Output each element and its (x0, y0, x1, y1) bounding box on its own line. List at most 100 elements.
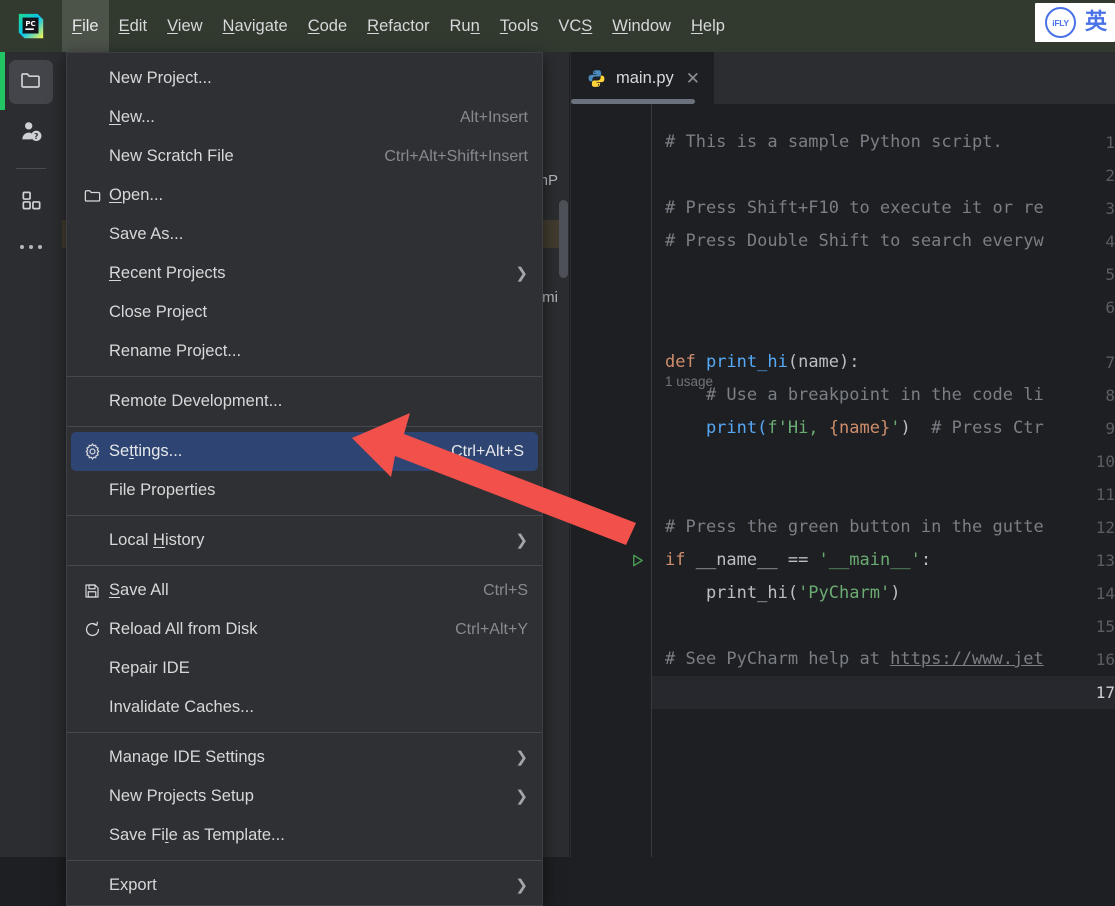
menu-item-close-project[interactable]: Close Project (67, 293, 542, 332)
panel-divider (569, 52, 570, 857)
file-menu-dropdown[interactable]: New Project... New... Alt+Insert New Scratc… (66, 52, 543, 906)
line-number: 16 (1095, 650, 1115, 669)
code-token: # Press the green button in the gutte (665, 517, 1044, 537)
pycharm-logo-icon: PC (16, 11, 46, 41)
code-line[interactable]: if __name__ == '__main__': (665, 544, 931, 577)
code-line[interactable]: print_hi('PyCharm') (665, 577, 901, 610)
code-line[interactable]: # This is a sample Python script. (665, 126, 1003, 159)
menu-item-save-as[interactable]: Save As... (67, 215, 542, 254)
menu-item-repair-ide[interactable]: Repair IDE (67, 649, 542, 688)
code-line[interactable]: # Use a breakpoint in the code li (665, 379, 1044, 412)
menu-item-label: New Scratch File (109, 147, 234, 165)
menubar-item-run[interactable]: Run (440, 0, 490, 52)
menu-item-icon-slot (83, 303, 109, 323)
tab-main-py[interactable]: main.py ✕ (571, 52, 715, 104)
menu-item-new-project[interactable]: New Project... (67, 59, 542, 98)
menu-item-invalidate-caches[interactable]: Invalidate Caches... (67, 688, 542, 727)
code-line[interactable]: # See PyCharm help at https://www.jet (665, 643, 1044, 676)
menu-item-file-properties[interactable]: File Properties ❯ (67, 471, 542, 510)
svg-text:?: ? (34, 132, 38, 141)
menubar-item-refactor[interactable]: Refactor (357, 0, 439, 52)
sidebar-item-more[interactable] (9, 231, 53, 263)
sidebar-item-project[interactable] (9, 60, 53, 104)
refresh-icon (83, 620, 109, 640)
menu-item-label: Save As... (109, 225, 184, 243)
menu-item-new-scratch-file[interactable]: New Scratch File Ctrl+Alt+Shift+Insert (67, 137, 542, 176)
menu-item-label: Manage IDE Settings (109, 748, 265, 766)
line-number: 17 (1095, 683, 1115, 702)
menubar-item-file[interactable]: File (62, 0, 109, 52)
chevron-right-icon: ❯ (515, 788, 528, 805)
menu-item-icon-slot (83, 264, 109, 284)
sidebar-item-learn[interactable]: ? (9, 112, 53, 156)
menu-item-shortcut: Ctrl+Alt+Shift+Insert (384, 147, 528, 165)
ime-indicator[interactable]: iFLY 英 (1034, 3, 1115, 42)
menu-item-remote-development[interactable]: Remote Development... (67, 382, 542, 421)
menu-item-label: New Project... (109, 69, 212, 87)
menu-separator (67, 565, 542, 566)
menu-item-open[interactable]: Open... (67, 176, 542, 215)
menubar-item-help[interactable]: Help (681, 0, 735, 52)
ifly-logo-icon: iFLY (1044, 7, 1076, 38)
more-dots-icon (38, 245, 42, 249)
menu-separator (67, 515, 542, 516)
code-line[interactable]: def print_hi(name): (665, 346, 860, 379)
code-token: : (920, 550, 932, 570)
code-token: # Press Shift+F10 to execute it or re (665, 198, 1044, 218)
menu-item-icon-slot (83, 481, 109, 501)
editor-tab-bar: main.py ✕ (571, 52, 1115, 104)
menu-item-save-file-as-template[interactable]: Save File as Template... (67, 816, 542, 855)
code-token: __name__ == (695, 550, 819, 570)
menubar-item-window[interactable]: Window (602, 0, 681, 52)
menu-items-container: File Edit View Navigate Code Refactor Run Tools… (62, 0, 735, 52)
menubar-item-view[interactable]: View (157, 0, 212, 52)
sidebar-item-structure[interactable] (9, 181, 53, 225)
structure-blocks-icon (20, 189, 43, 217)
editor-area: main.py ✕ 1 usage 1 2 3 4 5 6 7 8 9 10 11 12 13 14 15 1… (571, 52, 1115, 857)
menu-item-manage-ide-settings[interactable]: Manage IDE Settings ❯ (67, 738, 542, 777)
code-token: {name} (828, 418, 891, 438)
menubar-item-edit[interactable]: Edit (109, 0, 157, 52)
code-editor[interactable]: 1 usage 1 2 3 4 5 6 7 8 9 10 11 12 13 14 15 16 17 # This… (571, 104, 1115, 857)
menu-separator (67, 426, 542, 427)
menubar-item-tools[interactable]: Tools (490, 0, 549, 52)
menu-item-label: Reload All from Disk (109, 620, 258, 638)
editor-gutter[interactable] (571, 104, 651, 857)
menu-item-shortcut: Alt+Insert (459, 108, 528, 126)
menu-item-label: New Projects Setup (109, 787, 254, 805)
menu-item-icon-slot (83, 147, 109, 167)
chevron-right-icon: ❯ (515, 265, 528, 282)
gutter-divider (651, 104, 652, 857)
menu-item-label: Open... (109, 186, 164, 204)
code-token: ' (890, 418, 901, 438)
menu-item-icon-slot (83, 876, 109, 896)
menu-item-new-projects-setup[interactable]: New Projects Setup ❯ (67, 777, 542, 816)
code-line[interactable]: # Press the green button in the gutte (665, 511, 1044, 544)
menu-item-settings[interactable]: Settings... Ctrl+Alt+S (71, 432, 538, 471)
close-icon[interactable]: ✕ (684, 70, 702, 87)
line-number: 3 (1105, 199, 1115, 218)
line-number: 8 (1105, 386, 1115, 405)
menu-item-export[interactable]: Export ❯ (67, 866, 542, 905)
code-token: '__main__' (818, 550, 921, 570)
code-token: (name): (787, 352, 860, 372)
line-number: 11 (1095, 485, 1115, 504)
code-token: # Use a breakpoint in the code li (665, 385, 1044, 405)
menu-item-reload-all-from-disk[interactable]: Reload All from Disk Ctrl+Alt+Y (67, 610, 542, 649)
code-line[interactable]: print(f'Hi, {name}') # Press Ctr (665, 412, 1044, 445)
floppy-disk-icon (83, 581, 109, 601)
tool-window-stripe: ? (0, 52, 62, 857)
menu-item-save-all[interactable]: Save All Ctrl+S (67, 571, 542, 610)
run-gutter-icon[interactable] (628, 544, 646, 577)
menu-item-recent-projects[interactable]: Recent Projects ❯ (67, 254, 542, 293)
project-panel-scrollbar[interactable] (559, 200, 568, 278)
menu-item-new[interactable]: New... Alt+Insert (67, 98, 542, 137)
menubar-item-navigate[interactable]: Navigate (213, 0, 298, 52)
menu-item-local-history[interactable]: Local History ❯ (67, 521, 542, 560)
menubar-item-code[interactable]: Code (298, 0, 357, 52)
chevron-right-icon: ❯ (515, 482, 528, 499)
menu-item-rename-project[interactable]: Rename Project... (67, 332, 542, 371)
code-line[interactable]: # Press Double Shift to search everyw (665, 225, 1044, 258)
code-line[interactable]: # Press Shift+F10 to execute it or re (665, 192, 1044, 225)
menubar-item-vcs[interactable]: VCS (548, 0, 602, 52)
